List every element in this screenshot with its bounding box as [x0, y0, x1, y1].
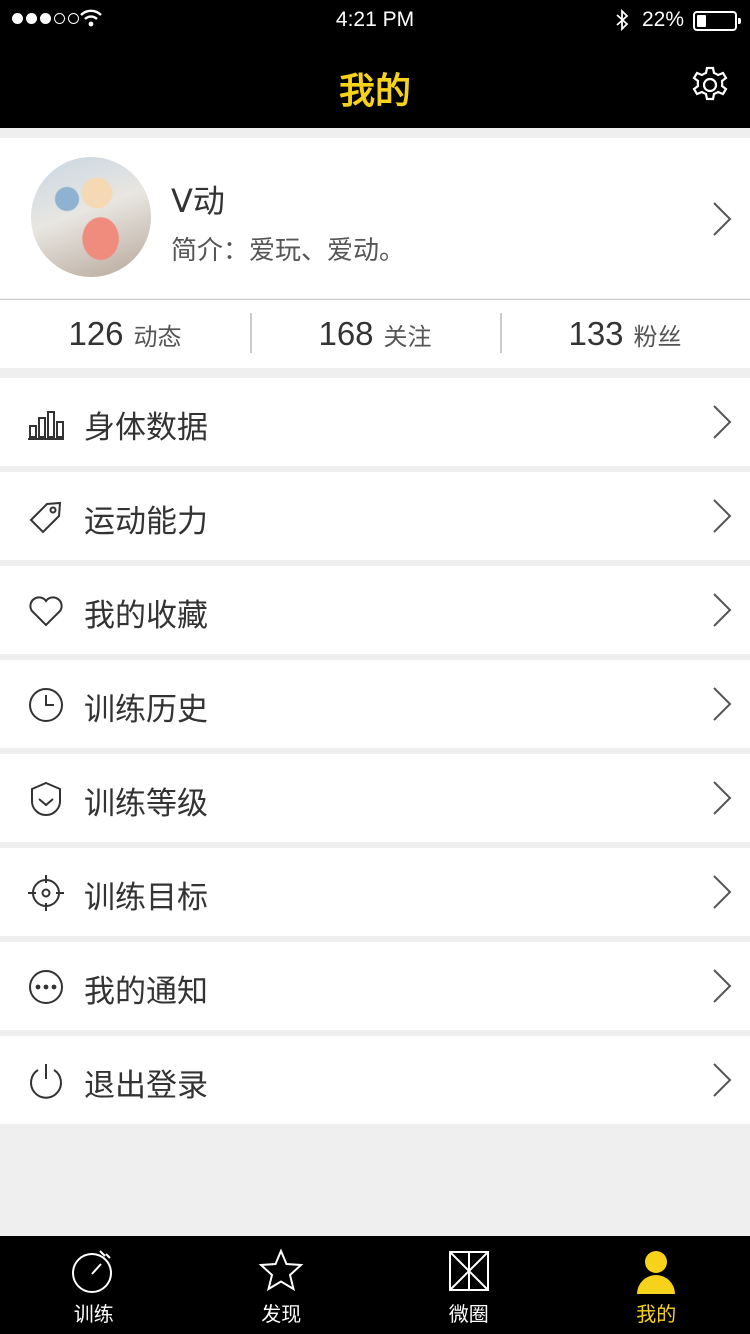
tab-label: 发现 [261, 1302, 302, 1326]
battery-icon [693, 11, 741, 31]
menu-item-label: 我的收藏 [84, 598, 208, 634]
menu-item-label: 训练目标 [84, 880, 208, 916]
menu-item-goal[interactable]: 训练目标 [0, 848, 750, 936]
tag-icon [29, 501, 62, 534]
chevron-right-icon [713, 593, 732, 627]
menu-item-favorites[interactable]: 我的收藏 [0, 566, 750, 654]
status-bar: 4:21 PM 22% [0, 0, 750, 40]
shield-icon [30, 781, 62, 817]
tab-circle[interactable]: 微圈 [375, 1236, 563, 1334]
stat-value: 126 [68, 315, 124, 352]
tab-label: 微圈 [448, 1302, 489, 1326]
menu-item-label: 我的通知 [84, 974, 208, 1010]
power-icon [30, 1064, 62, 1099]
menu-item-logout[interactable]: 退出登录 [0, 1036, 750, 1124]
heart-icon [29, 596, 63, 627]
target-icon [28, 875, 64, 911]
chevron-right-icon [713, 969, 732, 1003]
chevron-right-icon [713, 405, 732, 439]
chevron-right-icon [713, 781, 732, 815]
menu-item-label: 训练历史 [84, 692, 208, 728]
menu-item-notifications[interactable]: 我的通知 [0, 942, 750, 1030]
menu-item-body-data[interactable]: 身体数据 [0, 378, 750, 466]
chevron-right-icon [713, 875, 732, 909]
menu-item-ability[interactable]: 运动能力 [0, 472, 750, 560]
menu-item-label: 运动能力 [84, 504, 208, 540]
avatar[interactable] [31, 157, 151, 277]
stat-label: 关注 [383, 322, 432, 351]
stat-followers[interactable]: 133 粉丝 [500, 300, 750, 368]
star-icon [258, 1248, 304, 1292]
profile-card[interactable]: V动 简介：爱玩、爱动。 [0, 138, 750, 298]
profile-name: V动 [171, 182, 225, 220]
menu-item-level[interactable]: 训练等级 [0, 754, 750, 842]
person-icon [637, 1251, 676, 1294]
chevron-right-icon [713, 687, 732, 721]
status-time: 4:21 PM [335, 8, 415, 31]
stat-posts[interactable]: 126 动态 [0, 300, 250, 368]
top-bar: 4:21 PM 22% 我的 [0, 0, 750, 128]
tab-label: 训练 [73, 1302, 114, 1326]
tab-label: 我的 [636, 1302, 677, 1326]
tab-bar: 训练 发现 微圈 我的 [0, 1236, 750, 1334]
battery-percent: 22% [642, 8, 685, 31]
stat-following[interactable]: 168 关注 [250, 300, 500, 368]
menu-item-label: 身体数据 [84, 410, 208, 446]
stopwatch-icon [71, 1250, 112, 1293]
bar-chart-icon [28, 411, 64, 440]
tab-discover[interactable]: 发现 [188, 1236, 376, 1334]
stat-value: 133 [568, 315, 624, 352]
menu-item-label: 训练等级 [84, 786, 208, 822]
bluetooth-icon [616, 8, 629, 32]
menu-item-history[interactable]: 训练历史 [0, 660, 750, 748]
chat-dots-icon [29, 970, 63, 1004]
chevron-right-icon [713, 202, 732, 236]
profile-bio: 简介：爱玩、爱动。 [171, 236, 406, 266]
stats-bar: 126 动态 168 关注 133 粉丝 [0, 299, 750, 368]
page-title: 我的 [338, 71, 411, 112]
chevron-right-icon [713, 1063, 732, 1097]
stat-label: 粉丝 [633, 322, 682, 351]
stat-label: 动态 [133, 322, 182, 351]
menu-item-label: 退出登录 [84, 1068, 208, 1104]
gear-icon[interactable] [687, 61, 733, 107]
clock-icon [29, 688, 63, 722]
chevron-right-icon [713, 499, 732, 533]
pinwheel-icon [448, 1251, 489, 1291]
tab-mine[interactable]: 我的 [563, 1236, 750, 1334]
tab-training[interactable]: 训练 [0, 1236, 188, 1334]
stat-value: 168 [318, 315, 374, 352]
